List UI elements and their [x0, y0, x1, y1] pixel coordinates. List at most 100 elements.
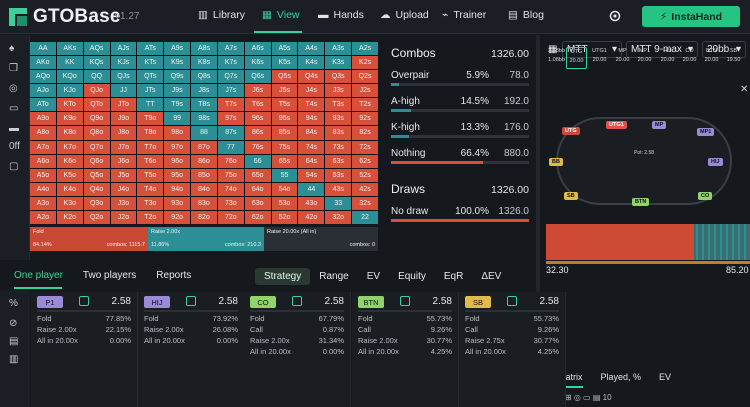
nav-library[interactable]: ▥ Library: [198, 9, 245, 21]
hand-cell-K4s[interactable]: K4s: [298, 56, 325, 70]
hand-cell-Q4o[interactable]: Q4o: [83, 182, 110, 196]
seat-utg1[interactable]: UTG1: [606, 121, 627, 129]
hand-cell-Q7s[interactable]: Q7s: [217, 70, 244, 84]
hand-cell-T3o[interactable]: T3o: [137, 196, 164, 210]
hand-cell-K9s[interactable]: K9s: [164, 56, 191, 70]
spade-icon[interactable]: ♠: [9, 43, 22, 56]
hand-cell-85s[interactable]: 85s: [271, 126, 298, 140]
hand-cell-J4s[interactable]: J4s: [298, 84, 325, 98]
brand-name[interactable]: GTOBase: [33, 6, 121, 28]
hand-cell-63s[interactable]: 63s: [325, 154, 352, 168]
play-icon[interactable]: [79, 296, 89, 306]
hand-cell-ATs[interactable]: ATs: [137, 42, 164, 56]
hand-cell-J9o[interactable]: J9o: [110, 112, 137, 126]
tab-equity[interactable]: Equity: [389, 268, 435, 285]
play-icon[interactable]: [507, 296, 517, 306]
draw_rows-row[interactable]: No draw 100.0% 1326.0: [383, 200, 533, 226]
hand-cell-QJo[interactable]: QJo: [83, 84, 110, 98]
hand-cell-87s[interactable]: 87s: [217, 126, 244, 140]
hand-cell-33[interactable]: 33: [325, 196, 352, 210]
hand-cell-54o[interactable]: 54o: [271, 182, 298, 196]
hand-cell-A4s[interactable]: A4s: [298, 42, 325, 56]
hand-cell-KTs[interactable]: KTs: [137, 56, 164, 70]
hand-cell-J9s[interactable]: J9s: [164, 84, 191, 98]
hand-cell-J6o[interactable]: J6o: [110, 154, 137, 168]
hand-cell-Q8s[interactable]: Q8s: [191, 70, 217, 84]
hand-cell-JTo[interactable]: JTo: [110, 98, 137, 112]
hand-cell-95o[interactable]: 95o: [164, 168, 191, 182]
close-icon[interactable]: ✕: [740, 84, 748, 95]
nav-trainer[interactable]: ⌁ Trainer: [442, 9, 486, 21]
hide-icon[interactable]: ⊘: [9, 318, 22, 331]
mode-one-player[interactable]: One player: [0, 270, 73, 281]
tab-delta-ev[interactable]: ΔEV: [472, 268, 510, 285]
hand-cell-A6s[interactable]: A6s: [244, 42, 271, 56]
hand-cell-AJo[interactable]: AJo: [30, 84, 56, 98]
comment-icon[interactable]: ▭: [9, 103, 22, 116]
copy-icon[interactable]: ❐: [9, 63, 22, 76]
hand-cell-AJs[interactable]: AJs: [110, 42, 137, 56]
compare-icon[interactable]: ◎: [9, 83, 22, 96]
hand-cell-K5s[interactable]: K5s: [271, 56, 298, 70]
rows-row[interactable]: Overpair 5.9% 78.0: [383, 64, 533, 90]
hand-cell-A4o[interactable]: A4o: [30, 182, 56, 196]
seat-mp[interactable]: MP: [652, 121, 667, 129]
position-4[interactable]: MP1 20.00: [634, 47, 655, 69]
tab-ev[interactable]: EV: [659, 372, 671, 388]
player-column-p1[interactable]: P1 2.58 Fold 77.85% Raise 2.00x 22.15% All in …: [31, 292, 138, 407]
hand-cell-AA[interactable]: AA: [30, 42, 56, 56]
hand-cell-Q9s[interactable]: Q9s: [164, 70, 191, 84]
nav-hands[interactable]: ▬ Hands: [318, 9, 364, 21]
hand-cell-KQs[interactable]: KQs: [83, 56, 110, 70]
hand-cell-K2o[interactable]: K2o: [56, 210, 83, 224]
hand-cell-87o[interactable]: 87o: [191, 140, 217, 154]
hand-cell-62s[interactable]: 62s: [352, 154, 378, 168]
hand-cell-KK[interactable]: KK: [56, 56, 83, 70]
hand-cell-Q2o[interactable]: Q2o: [83, 210, 110, 224]
hand-cell-KQo[interactable]: KQo: [56, 70, 83, 84]
hand-cell-T7o[interactable]: T7o: [137, 140, 164, 154]
hand-cell-82o[interactable]: 82o: [191, 210, 217, 224]
play-icon[interactable]: [400, 296, 410, 306]
hand-cell-83o[interactable]: 83o: [191, 196, 217, 210]
instahand-button[interactable]: ⚡ InstaHand: [642, 6, 740, 27]
hand-cell-Q9o[interactable]: Q9o: [83, 112, 110, 126]
hand-cell-K2s[interactable]: K2s: [352, 56, 378, 70]
hand-cell-93o[interactable]: 93o: [164, 196, 191, 210]
hand-cell-75o[interactable]: 75o: [217, 168, 244, 182]
hand-cell-K6o[interactable]: K6o: [56, 154, 83, 168]
hand-cell-J7s[interactable]: J7s: [217, 84, 244, 98]
hand-cell-52s[interactable]: 52s: [352, 168, 378, 182]
hand-cell-Q5s[interactable]: Q5s: [271, 70, 298, 84]
play-icon[interactable]: [292, 296, 302, 306]
seat-utg[interactable]: UTG: [562, 127, 580, 135]
hand-cell-ATo[interactable]: ATo: [30, 98, 56, 112]
hand-cell-86s[interactable]: 86s: [244, 126, 271, 140]
hand-cell-Q7o[interactable]: Q7o: [83, 140, 110, 154]
hand-cell-98o[interactable]: 98o: [164, 126, 191, 140]
hand-cell-73s[interactable]: 73s: [325, 140, 352, 154]
player-column-sb[interactable]: SB 2.58 Fold 55.73% Call 9.26% Raise 2.75x 30.7…: [459, 292, 566, 407]
hand-cell-66[interactable]: 66: [244, 154, 271, 168]
hand-cell-95s[interactable]: 95s: [271, 112, 298, 126]
hand-cell-53s[interactable]: 53s: [325, 168, 352, 182]
seat-btn[interactable]: BTN: [632, 198, 650, 206]
off-toggle-icon[interactable]: 0ff: [9, 141, 22, 154]
hand-cell-A3s[interactable]: A3s: [325, 42, 352, 56]
hand-cell-J5o[interactable]: J5o: [110, 168, 137, 182]
position-5[interactable]: HIJ 20.00: [657, 47, 678, 69]
hand-cell-85o[interactable]: 85o: [191, 168, 217, 182]
player-column-co[interactable]: CO 2.58 Fold 67.79% Call 0.87% Raise 2.00x 31.3…: [244, 292, 351, 407]
hand-cell-QTs[interactable]: QTs: [137, 70, 164, 84]
position-7[interactable]: BTN 20.00: [701, 47, 722, 69]
hand-cell-T6o[interactable]: T6o: [137, 154, 164, 168]
seat-bb[interactable]: BB: [549, 158, 563, 166]
hand-cell-A3o[interactable]: A3o: [30, 196, 56, 210]
gear-icon[interactable]: [608, 9, 622, 23]
hand-cell-43s[interactable]: 43s: [325, 182, 352, 196]
hand-cell-Q6o[interactable]: Q6o: [83, 154, 110, 168]
hand-cell-54s[interactable]: 54s: [298, 168, 325, 182]
hand-cell-AQs[interactable]: AQs: [83, 42, 110, 56]
tab-strategy[interactable]: Strategy: [255, 268, 311, 285]
hand-cell-T3s[interactable]: T3s: [325, 98, 352, 112]
